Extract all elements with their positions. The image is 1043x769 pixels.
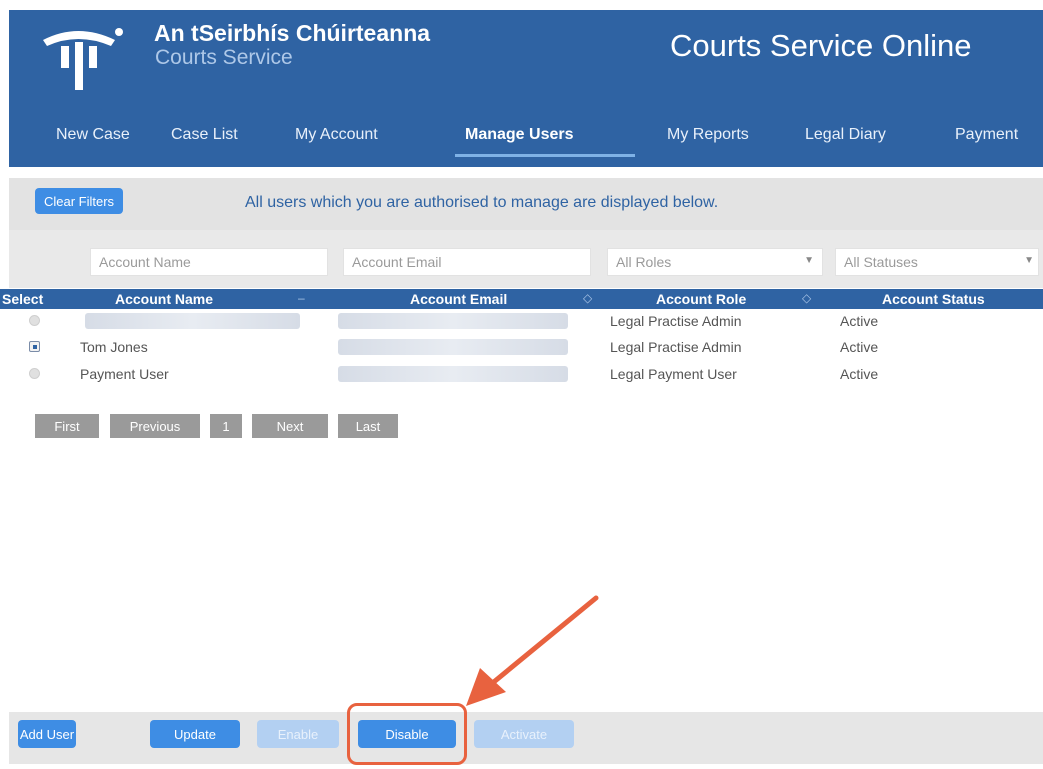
row-select-radio[interactable] (29, 341, 40, 352)
clear-filters-button[interactable]: Clear Filters (35, 188, 123, 214)
nav-my-reports[interactable]: My Reports (667, 126, 749, 144)
account-status-cell: Active (840, 339, 879, 355)
nav-payment[interactable]: Payment (955, 126, 1018, 144)
statuses-filter-select[interactable]: All Statuses ▼ (835, 248, 1039, 276)
table-row[interactable]: Legal Practise Admin Active (0, 311, 1043, 331)
product-title: Courts Service Online (670, 28, 972, 63)
redacted-name (85, 313, 300, 329)
annotation-arrow-icon (466, 595, 599, 706)
sort-desc-icon[interactable]: – (298, 291, 305, 305)
brand-irish-name: An tSeirbhís Chúirteanna (154, 20, 431, 46)
brand-english-name: Courts Service (155, 46, 293, 69)
table-header: Select Account Name – Account Email ◇ Ac… (0, 289, 1043, 309)
courts-service-logo-icon (43, 28, 123, 90)
annotation-highlight-box (347, 703, 467, 765)
account-status-cell: Active (840, 366, 879, 382)
column-header-select: Select (2, 291, 44, 307)
nav-manage-users[interactable]: Manage Users (465, 126, 574, 144)
account-name-cell: Payment User (80, 366, 169, 382)
table-row[interactable]: Payment User Legal Payment User Active (0, 364, 1043, 384)
roles-selected-value: All Roles (616, 254, 672, 270)
nav-active-indicator (455, 154, 635, 157)
account-role-cell: Legal Practise Admin (610, 339, 742, 355)
add-user-button[interactable]: Add User (18, 720, 76, 748)
column-header-account-name[interactable]: Account Name (115, 291, 213, 307)
pager-next-button[interactable]: Next (252, 414, 328, 438)
nav-new-case[interactable]: New Case (56, 126, 130, 144)
sort-icon[interactable]: ◇ (802, 291, 811, 305)
column-header-account-email[interactable]: Account Email (410, 291, 507, 307)
account-role-cell: Legal Practise Admin (610, 313, 742, 329)
enable-button[interactable]: Enable (257, 720, 339, 748)
chevron-down-icon: ▼ (1024, 255, 1034, 266)
main-nav: New Case Case List My Account Manage Use… (9, 118, 1043, 158)
account-name-filter-input[interactable]: Account Name (90, 248, 328, 276)
redacted-email (338, 339, 568, 355)
chevron-down-icon: ▼ (804, 255, 814, 266)
account-role-cell: Legal Payment User (610, 366, 737, 382)
roles-filter-select[interactable]: All Roles ▼ (607, 248, 823, 276)
statuses-selected-value: All Statuses (844, 254, 918, 270)
pager-first-button[interactable]: First (35, 414, 99, 438)
nav-my-account[interactable]: My Account (295, 126, 378, 144)
redacted-email (338, 313, 568, 329)
row-select-radio[interactable] (29, 315, 40, 326)
column-header-account-status[interactable]: Account Status (882, 291, 985, 307)
account-status-cell: Active (840, 313, 879, 329)
info-message: All users which you are authorised to ma… (245, 194, 719, 211)
nav-case-list[interactable]: Case List (171, 126, 238, 144)
app-header: An tSeirbhís Chúirteanna Courts Service … (9, 10, 1043, 167)
redacted-email (338, 366, 568, 382)
account-name-cell: Tom Jones (80, 339, 148, 355)
pager-last-button[interactable]: Last (338, 414, 398, 438)
update-button[interactable]: Update (150, 720, 240, 748)
account-email-filter-input[interactable]: Account Email (343, 248, 591, 276)
nav-legal-diary[interactable]: Legal Diary (805, 126, 886, 144)
activate-button[interactable]: Activate (474, 720, 574, 748)
table-row[interactable]: Tom Jones Legal Practise Admin Active (0, 337, 1043, 357)
pager-previous-button[interactable]: Previous (110, 414, 200, 438)
sort-icon[interactable]: ◇ (583, 291, 592, 305)
row-select-radio[interactable] (29, 368, 40, 379)
pager-page-button[interactable]: 1 (210, 414, 242, 438)
column-header-account-role[interactable]: Account Role (656, 291, 746, 307)
